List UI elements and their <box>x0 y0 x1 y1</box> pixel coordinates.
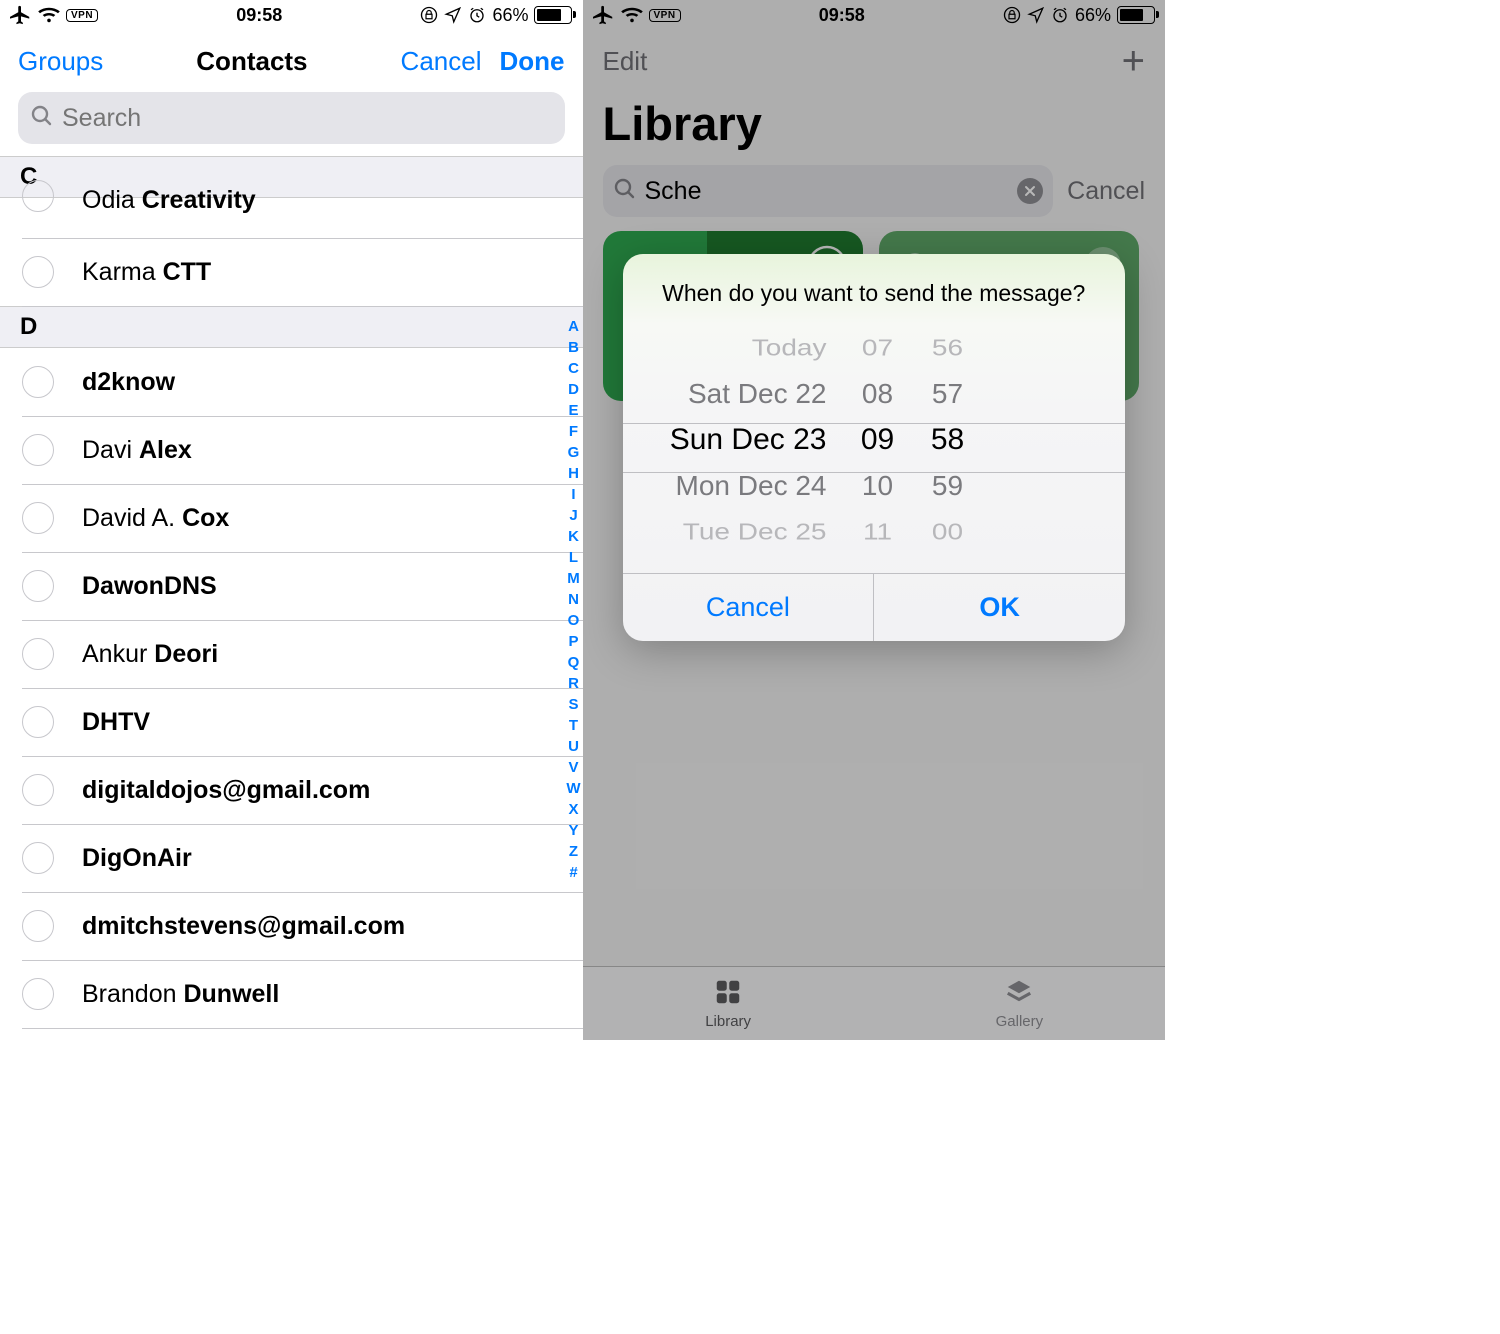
contact-row[interactable]: Ankur Deori <box>0 620 583 688</box>
select-circle[interactable] <box>22 570 54 602</box>
search-input[interactable] <box>62 104 553 133</box>
page-title: Contacts <box>196 46 307 77</box>
contacts-screen: VPN 09:58 66% Groups Contacts Cancel Don… <box>0 0 583 1040</box>
select-circle[interactable] <box>22 256 54 288</box>
contact-row[interactable]: d2know <box>0 348 583 416</box>
select-circle[interactable] <box>22 180 54 212</box>
select-circle[interactable] <box>22 502 54 534</box>
dialog-title: When do you want to send the message? <box>623 254 1126 311</box>
contact-row[interactable]: digitaldojos@gmail.com <box>0 756 583 824</box>
contact-row[interactable]: dmitchstevens@gmail.com <box>0 892 583 960</box>
select-circle[interactable] <box>22 910 54 942</box>
alarm-icon <box>468 6 486 24</box>
section-header-d: D <box>0 306 583 348</box>
status-time: 09:58 <box>236 5 282 26</box>
datetime-picker[interactable]: Today0756 Sat Dec 220857 Sun Dec 230958 … <box>623 325 1126 573</box>
datetime-dialog: When do you want to send the message? To… <box>623 254 1126 641</box>
search-field[interactable] <box>18 92 565 144</box>
select-circle[interactable] <box>22 706 54 738</box>
airplane-icon <box>10 4 32 26</box>
done-button[interactable]: Done <box>499 46 564 77</box>
contact-row[interactable]: DigOnAir <box>0 824 583 892</box>
contact-row[interactable]: David A. Cox <box>0 484 583 552</box>
contact-row[interactable]: Odia Creativity <box>0 198 583 238</box>
battery-pct: 66% <box>492 5 528 26</box>
nav-bar: Groups Contacts Cancel Done <box>0 30 583 92</box>
lock-rotate-icon <box>420 6 438 24</box>
library-screen: VPN 09:58 66% Edit + Library Sche Cancel <box>583 0 1166 1040</box>
select-circle[interactable] <box>22 978 54 1010</box>
battery-icon <box>534 6 572 24</box>
select-circle[interactable] <box>22 638 54 670</box>
dialog-cancel-button[interactable]: Cancel <box>623 574 875 641</box>
status-bar: VPN 09:58 66% <box>0 0 583 30</box>
contact-row[interactable]: Karma CTT <box>0 238 583 306</box>
wifi-icon <box>38 6 60 24</box>
dialog-ok-button[interactable]: OK <box>874 574 1125 641</box>
select-circle[interactable] <box>22 842 54 874</box>
select-circle[interactable] <box>22 774 54 806</box>
contact-row[interactable]: Davi Alex <box>0 416 583 484</box>
location-icon <box>444 6 462 24</box>
alpha-index[interactable]: ABCDEFGHIJKLMNOPQRSTUVWXYZ# <box>566 316 582 883</box>
contact-row[interactable]: Brandon Dunwell <box>0 960 583 1028</box>
search-icon <box>30 104 54 133</box>
vpn-badge: VPN <box>66 9 98 22</box>
groups-button[interactable]: Groups <box>18 46 103 77</box>
select-circle[interactable] <box>22 434 54 466</box>
select-circle[interactable] <box>22 366 54 398</box>
cancel-button[interactable]: Cancel <box>401 46 482 77</box>
contact-row[interactable]: DawonDNS <box>0 552 583 620</box>
contact-row[interactable]: DHTV <box>0 688 583 756</box>
